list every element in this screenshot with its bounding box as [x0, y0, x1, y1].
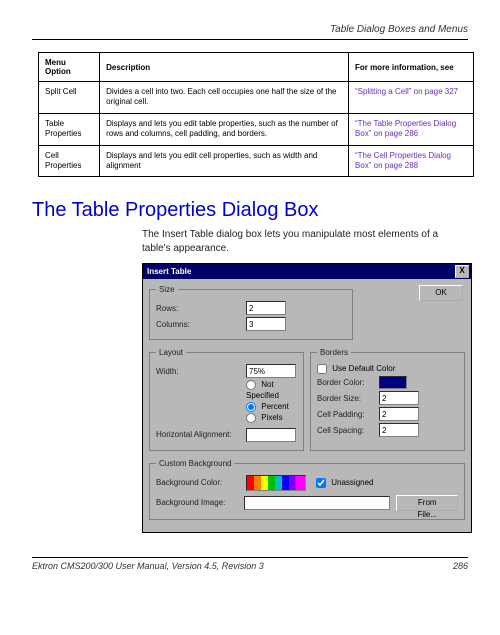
menu-option-table: Menu Option Description For more informa… — [38, 52, 474, 177]
layout-group: Layout Width: Not Specified Percent Pixe… — [149, 348, 304, 451]
width-label: Width: — [156, 367, 246, 376]
layout-legend: Layout — [156, 348, 186, 357]
from-file-button[interactable]: From File... — [396, 495, 458, 511]
col-header-description: Description — [100, 53, 349, 82]
cell-spacing-input[interactable] — [379, 423, 419, 437]
unassigned-checkbox[interactable]: Unassigned — [316, 478, 373, 488]
footer-text: Ektron CMS200/300 User Manual, Version 4… — [32, 561, 264, 571]
width-input[interactable] — [246, 364, 296, 378]
bg-image-label: Background Image: — [156, 498, 244, 507]
section-intro: The Insert Table dialog box lets you man… — [142, 228, 468, 255]
ok-button[interactable]: OK — [419, 285, 463, 301]
bg-image-field[interactable] — [244, 496, 391, 510]
header-title: Table Dialog Boxes and Menus — [32, 24, 468, 39]
rows-label: Rows: — [156, 304, 246, 313]
cell-more-link[interactable]: “The Table Properties Dialog Box” on pag… — [348, 113, 473, 145]
size-group: Size Rows: Columns: — [149, 285, 353, 340]
border-color-swatch[interactable] — [379, 376, 407, 389]
borders-group: Borders Use Default Color Border Color: … — [310, 348, 465, 451]
close-icon[interactable]: X — [455, 265, 469, 278]
cell-padding-input[interactable] — [379, 407, 419, 421]
cell-option: Cell Properties — [39, 145, 100, 177]
border-color-label: Border Color: — [317, 378, 379, 387]
cell-spacing-label: Cell Spacing: — [317, 426, 379, 435]
dialog-titlebar: Insert Table X — [143, 264, 471, 279]
custom-background-group: Custom Background Background Color: Unas… — [149, 459, 465, 520]
cell-option: Split Cell — [39, 82, 100, 114]
borders-legend: Borders — [317, 348, 351, 357]
col-header-option: Menu Option — [39, 53, 100, 82]
halign-label: Horizontal Alignment: — [156, 430, 246, 439]
border-size-input[interactable] — [379, 391, 419, 405]
size-legend: Size — [156, 285, 178, 294]
table-row: Table Properties Displays and lets you e… — [39, 113, 474, 145]
radio-not-specified[interactable]: Not Specified — [246, 380, 297, 402]
radio-percent[interactable]: Percent — [246, 402, 297, 413]
columns-input[interactable] — [246, 317, 286, 331]
divider — [32, 39, 468, 40]
page-number: 286 — [453, 561, 468, 571]
use-default-color-checkbox[interactable]: Use Default Color — [317, 364, 395, 374]
dialog-title: Insert Table — [147, 267, 191, 276]
cell-option: Table Properties — [39, 113, 100, 145]
custom-background-legend: Custom Background — [156, 459, 234, 468]
border-size-label: Border Size: — [317, 394, 379, 403]
col-header-more: For more information, see — [348, 53, 473, 82]
rows-input[interactable] — [246, 301, 286, 315]
cell-more-link[interactable]: “Splitting a Cell” on page 327 — [348, 82, 473, 114]
table-row: Cell Properties Displays and lets you ed… — [39, 145, 474, 177]
columns-label: Columns: — [156, 320, 246, 329]
section-heading: The Table Properties Dialog Box — [32, 199, 468, 222]
cell-more-link[interactable]: “The Cell Properties Dialog Box” on page… — [348, 145, 473, 177]
cell-description: Displays and lets you edit table propert… — [100, 113, 349, 145]
page-footer: Ektron CMS200/300 User Manual, Version 4… — [32, 557, 468, 571]
cell-padding-label: Cell Padding: — [317, 410, 379, 419]
insert-table-dialog: Insert Table X OK Size Rows: Columns: — [142, 263, 472, 533]
table-row: Split Cell Divides a cell into two. Each… — [39, 82, 474, 114]
halign-input[interactable] — [246, 428, 296, 442]
cell-description: Divides a cell into two. Each cell occup… — [100, 82, 349, 114]
color-palette[interactable] — [246, 475, 306, 491]
bg-color-label: Background Color: — [156, 478, 246, 487]
cell-description: Displays and lets you edit cell properti… — [100, 145, 349, 177]
radio-pixels[interactable]: Pixels — [246, 413, 297, 424]
